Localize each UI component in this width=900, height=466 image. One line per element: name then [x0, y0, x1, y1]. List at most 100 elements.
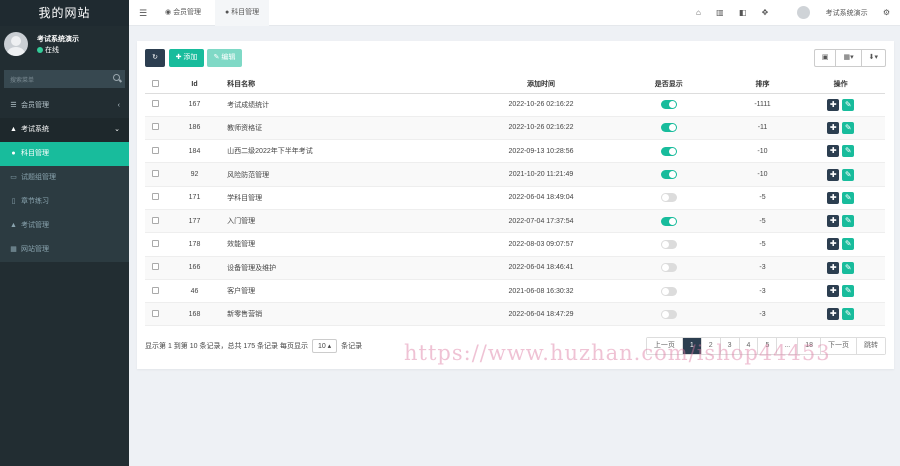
- table-row[interactable]: 167 考试成绩统计 2022-10-26 02:16:22 -1111 ✚ ✎: [145, 93, 885, 117]
- export-button[interactable]: ⬇▾: [862, 50, 885, 66]
- pager-jump[interactable]: 跳转: [857, 338, 885, 354]
- home-icon[interactable]: ⌂: [696, 0, 701, 26]
- select-all-checkbox[interactable]: [151, 79, 159, 87]
- table-row[interactable]: 186 教师资格证 2022-10-26 02:16:22 -11 ✚ ✎: [145, 116, 885, 141]
- edit-pencil-icon[interactable]: ✎: [842, 191, 855, 204]
- edit-pencil-icon[interactable]: ✎: [842, 215, 855, 228]
- table-row[interactable]: 184 山西二级2022年下半年考试 2022-09-13 10:28:56 -10 ✚…: [145, 139, 885, 164]
- row-checkbox[interactable]: [151, 263, 159, 271]
- user-name: 考试系统演示: [37, 36, 79, 43]
- sidebar-item-site-manage[interactable]: ▦ 网站管理: [0, 238, 129, 262]
- drag-handle-icon[interactable]: ✚: [827, 145, 840, 158]
- show-toggle[interactable]: [660, 170, 677, 180]
- row-checkbox[interactable]: [151, 309, 159, 317]
- sidebar-item-chapter-practice[interactable]: ▯ 章节练习: [0, 190, 129, 214]
- site-logo[interactable]: 我的网站: [0, 0, 129, 26]
- table-row[interactable]: 92 风险防范管理 2021-10-20 11:21:49 -10 ✚ ✎: [145, 162, 885, 187]
- row-select[interactable]: [145, 116, 166, 141]
- row-select[interactable]: [145, 93, 166, 117]
- row-checkbox[interactable]: [151, 100, 159, 108]
- row-checkbox[interactable]: [151, 286, 159, 294]
- row-select[interactable]: [145, 186, 166, 210]
- table-row[interactable]: 178 效能管理 2022-08-03 09:07:57 -5 ✚ ✎: [145, 232, 885, 257]
- drag-handle-icon[interactable]: ✚: [827, 191, 840, 204]
- gears-icon[interactable]: ⚙: [883, 0, 890, 26]
- tab-subject[interactable]: ● 科目管理: [215, 0, 270, 26]
- trash-icon[interactable]: ▥: [716, 0, 724, 26]
- column-header-name[interactable]: 科目名称: [223, 76, 474, 94]
- graduation-cap-icon: ▲: [10, 222, 17, 229]
- row-checkbox[interactable]: [151, 146, 159, 154]
- row-select[interactable]: [145, 232, 166, 257]
- tab-member[interactable]: ◉ 会员管理: [155, 0, 211, 26]
- row-select[interactable]: [145, 302, 166, 327]
- drag-handle-icon[interactable]: ✚: [827, 308, 840, 321]
- search-icon[interactable]: [113, 74, 120, 81]
- show-toggle[interactable]: [660, 193, 677, 203]
- row-select[interactable]: [145, 279, 166, 304]
- select-all-header[interactable]: [145, 76, 166, 94]
- edit-pencil-icon[interactable]: ✎: [842, 308, 855, 321]
- row-checkbox[interactable]: [151, 123, 159, 131]
- show-toggle[interactable]: [660, 216, 677, 226]
- show-toggle[interactable]: [660, 146, 677, 156]
- toggle-view-button[interactable]: ▣: [815, 50, 837, 66]
- row-name: 入门管理: [223, 209, 474, 234]
- row-select[interactable]: [145, 209, 166, 234]
- row-show: [608, 279, 729, 304]
- column-header-sort[interactable]: 排序: [728, 76, 797, 94]
- row-select[interactable]: [145, 139, 166, 164]
- row-checkbox[interactable]: [151, 193, 159, 201]
- columns-button[interactable]: ▦▾: [836, 50, 862, 66]
- row-select[interactable]: [145, 162, 166, 187]
- column-header-id[interactable]: Id: [165, 76, 224, 94]
- sidebar-item-exam-system[interactable]: ▲ 考试系统 ⌄: [0, 118, 129, 142]
- drag-handle-icon[interactable]: ✚: [827, 215, 840, 228]
- table-row[interactable]: 177 入门管理 2022-07-04 17:37:54 -5 ✚ ✎: [145, 209, 885, 234]
- edit-pencil-icon[interactable]: ✎: [842, 145, 855, 158]
- edit-pencil-icon[interactable]: ✎: [842, 238, 855, 251]
- show-toggle[interactable]: [660, 239, 677, 249]
- hamburger-icon[interactable]: ☰: [139, 8, 147, 19]
- show-toggle[interactable]: [660, 286, 677, 296]
- edit-pencil-icon[interactable]: ✎: [842, 168, 855, 181]
- show-toggle[interactable]: [660, 263, 677, 273]
- translate-icon[interactable]: ◧: [739, 0, 747, 26]
- show-toggle[interactable]: [660, 100, 677, 110]
- row-checkbox[interactable]: [151, 170, 159, 178]
- sidebar-item-member[interactable]: ☰ 会员管理 ‹: [0, 94, 129, 118]
- sidebar-item-question-group[interactable]: ▭ 试题组管理: [0, 166, 129, 190]
- add-button[interactable]: ✚ 添加: [169, 49, 204, 67]
- table-row[interactable]: 46 客户管理 2021-06-08 16:30:32 -3 ✚ ✎: [145, 279, 885, 304]
- refresh-button[interactable]: ↻: [145, 49, 165, 67]
- column-header-show[interactable]: 是否显示: [608, 76, 729, 94]
- column-header-time[interactable]: 添加时间: [473, 76, 609, 94]
- watermark: https://www.huzhan.com/ishop44453: [404, 341, 831, 365]
- sidebar-item-subject[interactable]: ● 科目管理: [0, 142, 129, 166]
- edit-pencil-icon[interactable]: ✎: [842, 261, 855, 274]
- sidebar-search[interactable]: 搜索菜单: [4, 70, 125, 88]
- edit-pencil-icon[interactable]: ✎: [842, 121, 855, 134]
- sidebar-item-exam-manage[interactable]: ▲ 考试管理: [0, 214, 129, 238]
- show-toggle[interactable]: [660, 123, 677, 133]
- row-checkbox[interactable]: [151, 216, 159, 224]
- edit-button[interactable]: ✎ 编辑: [207, 49, 242, 67]
- fullscreen-icon[interactable]: ✥: [762, 0, 769, 26]
- edit-pencil-icon[interactable]: ✎: [842, 98, 855, 111]
- sidebar-menu: ☰ 会员管理 ‹ ▲ 考试系统 ⌄ ● 科目管理 ▭ 试题组管理 ▯ 章节练习 ▲ 考试管理 ▦…: [0, 94, 129, 262]
- user-menu[interactable]: 考试系统演示: [784, 0, 868, 27]
- drag-handle-icon[interactable]: ✚: [827, 261, 840, 274]
- page-size-select[interactable]: 10 ▴: [311, 339, 338, 353]
- drag-handle-icon[interactable]: ✚: [827, 238, 840, 251]
- table-row[interactable]: 168 新零售营销 2022-06-04 18:47:29 -3 ✚ ✎: [145, 302, 885, 327]
- drag-handle-icon[interactable]: ✚: [827, 168, 840, 181]
- drag-handle-icon[interactable]: ✚: [827, 98, 840, 111]
- row-select[interactable]: [145, 256, 166, 280]
- table-row[interactable]: 166 设备管理及维护 2022-06-04 18:46:41 -3 ✚ ✎: [145, 256, 885, 280]
- show-toggle[interactable]: [660, 309, 677, 319]
- drag-handle-icon[interactable]: ✚: [827, 285, 840, 298]
- edit-pencil-icon[interactable]: ✎: [842, 285, 855, 298]
- row-checkbox[interactable]: [151, 239, 159, 247]
- drag-handle-icon[interactable]: ✚: [827, 121, 840, 134]
- table-row[interactable]: 171 学科目管理 2022-06-04 18:49:04 -5 ✚ ✎: [145, 186, 885, 210]
